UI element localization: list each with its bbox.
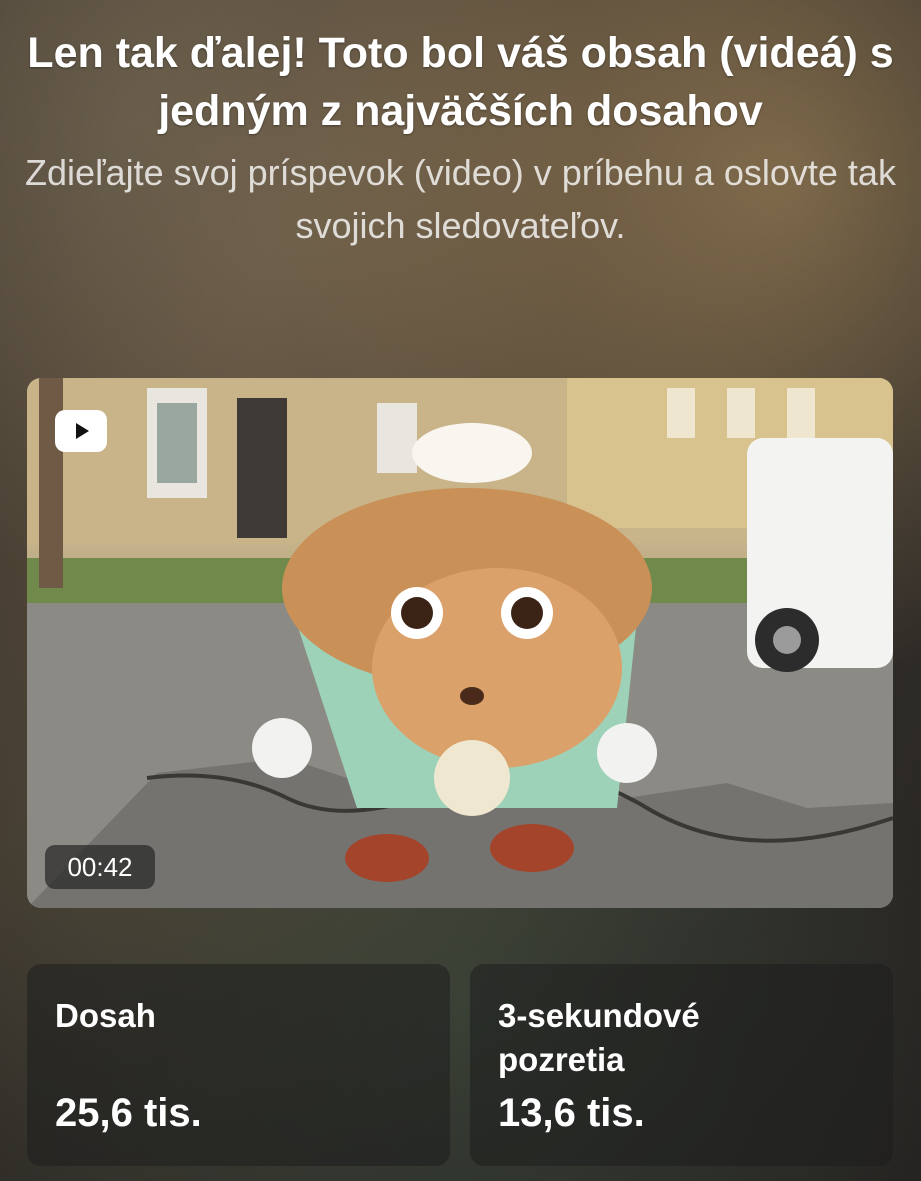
- video-thumbnail[interactable]: 00:42: [27, 378, 893, 908]
- stat-value: 13,6 tis.: [498, 1091, 645, 1135]
- header: Len tak ďalej! Toto bol váš obsah (videá…: [20, 24, 901, 252]
- video-duration-badge: 00:42: [45, 845, 155, 889]
- stat-card-3s-views: 3-sekundové pozretia 13,6 tis.: [470, 964, 893, 1166]
- thumbnail-image: [27, 378, 893, 908]
- page-subtitle: Zdieľajte svoj príspevok (video) v príbe…: [25, 152, 896, 246]
- stat-label: Dosah: [55, 997, 156, 1034]
- page-title: Len tak ďalej! Toto bol váš obsah (videá…: [27, 29, 894, 135]
- stat-label: 3-sekundové pozretia: [498, 997, 700, 1078]
- stat-card-reach: Dosah 25,6 tis.: [27, 964, 450, 1166]
- stat-value: 25,6 tis.: [55, 1091, 202, 1135]
- video-play-icon: [55, 410, 107, 452]
